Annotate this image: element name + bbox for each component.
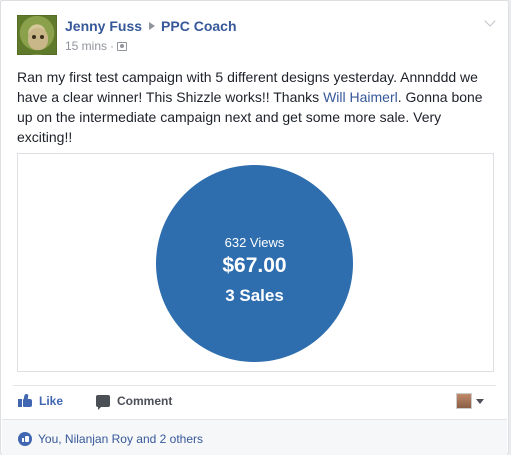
avatar-eye	[32, 35, 36, 39]
post-body: Ran my first test campaign with 5 differ…	[17, 67, 497, 147]
post-meta: 15 mins ·	[65, 38, 128, 54]
caret-down-icon[interactable]	[476, 399, 484, 404]
revenue-amount: $67.00	[222, 254, 287, 277]
avatar-eye	[40, 35, 44, 39]
author-name-link[interactable]: Jenny Fuss	[65, 18, 142, 34]
mention-link[interactable]: Will Haimerl	[323, 89, 398, 105]
like-label: Like	[39, 394, 64, 408]
comment-label: Comment	[117, 394, 173, 408]
image-attachment[interactable]: 632 Views $67.00 3 Sales	[17, 153, 494, 372]
post-header: Jenny Fuss PPC Coach	[65, 17, 237, 35]
comment-bubble-icon	[96, 395, 110, 410]
meta-separator: ·	[110, 39, 115, 53]
chevron-down-icon[interactable]	[484, 15, 496, 27]
viewer-avatar[interactable]	[456, 393, 472, 409]
divider	[13, 385, 496, 386]
stats-circle: 632 Views $67.00 3 Sales	[156, 165, 353, 362]
like-reaction-icon	[18, 432, 32, 446]
reactions-summary[interactable]: You, Nilanjan Roy and 2 others	[38, 431, 203, 447]
audience-icon[interactable]	[117, 42, 128, 51]
comment-button[interactable]: Comment	[96, 393, 172, 411]
avatar-face	[28, 28, 48, 50]
feed-post: Jenny Fuss PPC Coach 15 mins · Ran my firs…	[0, 0, 509, 455]
arrow-right-icon	[149, 22, 156, 30]
post-timestamp[interactable]: 15 mins	[65, 39, 107, 53]
views-count: 632 Views	[224, 235, 285, 250]
group-name-link[interactable]: PPC Coach	[161, 18, 236, 34]
thumbs-up-icon	[18, 394, 32, 407]
reactions-bar: You, Nilanjan Roy and 2 others	[2, 419, 507, 455]
like-button[interactable]: Like	[18, 393, 63, 411]
sales-count: 3 Sales	[225, 286, 284, 305]
author-avatar[interactable]	[17, 15, 57, 55]
